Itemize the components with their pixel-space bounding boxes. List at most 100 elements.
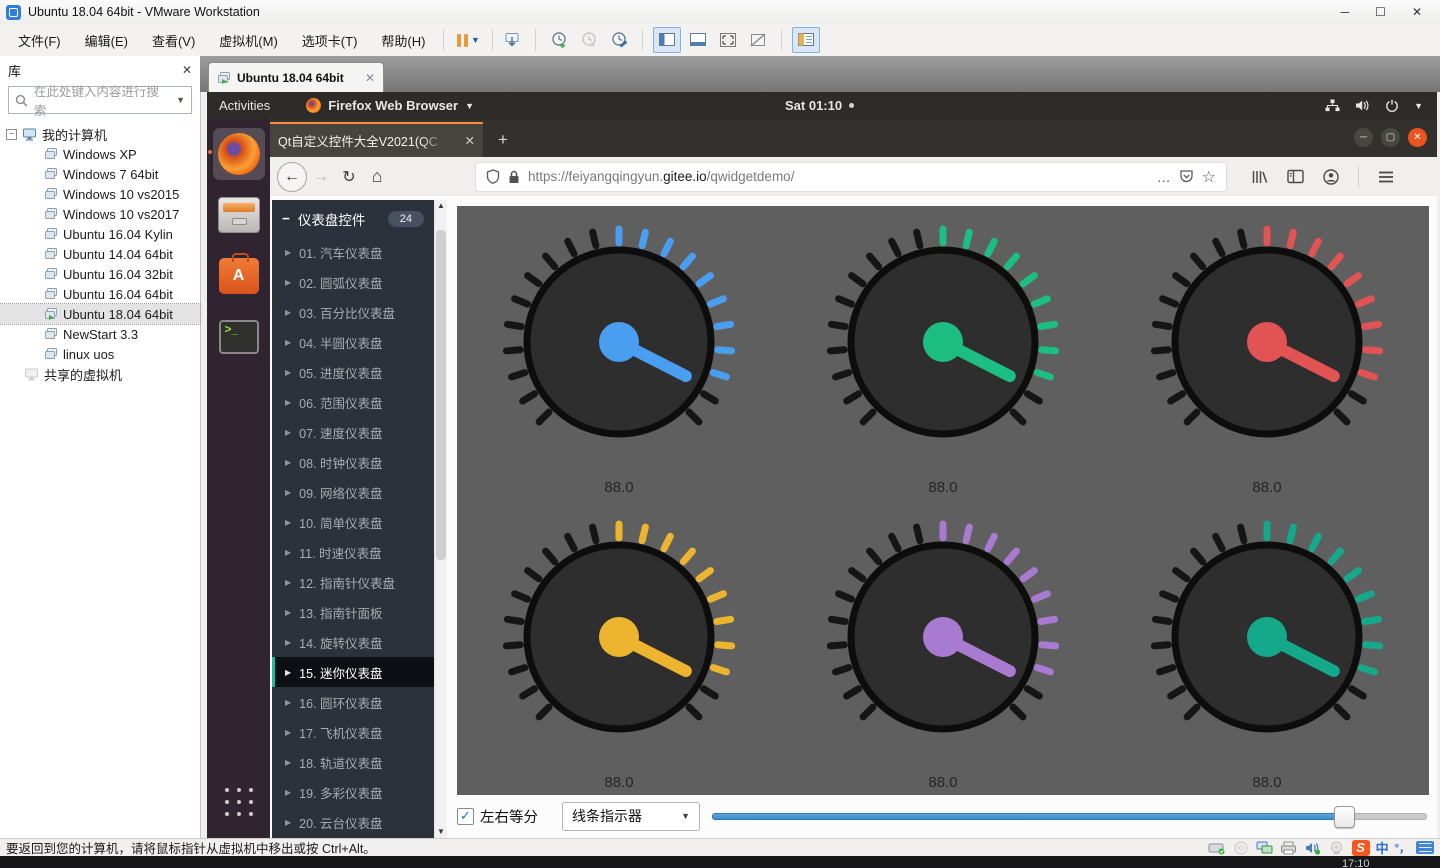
menu-item[interactable]: 帮助(H) — [369, 27, 437, 54]
url-bar[interactable]: https://feiyangqingyun.gitee.io/qwidgetd… — [475, 162, 1227, 192]
vm-tab[interactable]: Ubuntu 18.04 64bit ✕ — [208, 62, 384, 92]
menu-item[interactable]: 编辑(E) — [73, 27, 140, 54]
library-toggle-button[interactable] — [792, 27, 820, 53]
sidebar-item[interactable]: ▶11. 时速仪表盘 — [272, 537, 434, 567]
sound-icon[interactable] — [1304, 840, 1322, 856]
sidebar-item[interactable]: ▶14. 旋转仪表盘 — [272, 627, 434, 657]
tree-expander[interactable]: − — [6, 129, 17, 140]
hdd-icon[interactable] — [1208, 840, 1226, 856]
sidebar-item[interactable]: ▶07. 速度仪表盘 — [272, 417, 434, 447]
snapshot-revert-button[interactable] — [576, 28, 602, 52]
scroll-down-icon[interactable]: ▼ — [435, 826, 447, 838]
dock-item-terminal[interactable]: >_ — [213, 311, 265, 363]
vm-tree-item[interactable]: Ubuntu 14.04 64bit — [0, 244, 200, 264]
vm-tab-close-icon[interactable]: ✕ — [365, 71, 375, 85]
send-to-guest-button[interactable] — [499, 28, 525, 52]
vm-tree-item[interactable]: Ubuntu 18.04 64bit — [0, 304, 200, 324]
ime-language-icon[interactable]: 中 — [1376, 838, 1389, 857]
snapshot-manager-button[interactable] — [606, 28, 632, 52]
gauge-widget[interactable]: 88.0 — [457, 206, 781, 501]
tree-shared-vms[interactable]: 共享的虚拟机 — [0, 364, 200, 384]
webcam-icon[interactable] — [1328, 840, 1346, 856]
firefox-minimize-button[interactable]: ─ — [1354, 128, 1373, 147]
browser-tab[interactable]: Qt自定义控件大全V2021(QC ✕ — [270, 122, 483, 157]
slider-handle[interactable] — [1334, 806, 1355, 828]
menu-item[interactable]: 查看(V) — [140, 27, 207, 54]
minimize-button[interactable]: ─ — [1341, 5, 1350, 19]
close-button[interactable]: ✕ — [1412, 5, 1422, 19]
vm-tree-item[interactable]: linux uos — [0, 344, 200, 364]
sidebar-item[interactable]: ▶12. 指南针仪表盘 — [272, 567, 434, 597]
sidebar-item[interactable]: ▶20. 云台仪表盘 — [272, 807, 434, 837]
ime-punctuation-icon[interactable]: °， — [1395, 840, 1410, 856]
sidebar-item[interactable]: ▶01. 汽车仪表盘 — [272, 237, 434, 267]
console-panel-button[interactable] — [653, 27, 681, 53]
home-button[interactable]: ⌂ — [363, 163, 391, 191]
vm-tree-item[interactable]: Windows 10 vs2015 — [0, 184, 200, 204]
sidebar-item[interactable]: ▶13. 指南针面板 — [272, 597, 434, 627]
sidebar-scrollbar[interactable]: ▲ ▼ — [434, 200, 447, 838]
sidebar-item-selected[interactable]: ▶15. 迷你仪表盘 — [272, 657, 434, 687]
vm-tree-item[interactable]: Windows XP — [0, 144, 200, 164]
indicator-style-select[interactable]: 线条指示器 ▼ — [562, 802, 700, 831]
value-slider[interactable] — [712, 805, 1429, 827]
firefox-maximize-button[interactable]: ▢ — [1381, 128, 1400, 147]
bookmark-star-icon[interactable]: ☆ — [1202, 167, 1216, 187]
gauge-widget[interactable]: 88.0 — [1105, 206, 1429, 501]
sidebar-toggle-icon[interactable] — [1287, 169, 1304, 184]
sidebar-item[interactable]: ▶09. 网络仪表盘 — [272, 477, 434, 507]
tab-close-icon[interactable]: ✕ — [465, 133, 475, 148]
autofit-guest-button[interactable] — [745, 28, 771, 52]
tree-root-my-computer[interactable]: −我的计算机 — [0, 124, 200, 144]
sidebar-item[interactable]: ▶18. 轨道仪表盘 — [272, 747, 434, 777]
sidebar-item[interactable]: ▶02. 圆弧仪表盘 — [272, 267, 434, 297]
vm-tree-item[interactable]: NewStart 3.3 — [0, 324, 200, 344]
sogou-input-icon[interactable]: S — [1352, 840, 1370, 856]
sidebar-item[interactable]: ▶16. 圆环仪表盘 — [272, 687, 434, 717]
library-close-icon[interactable]: ✕ — [182, 63, 192, 77]
gauge-widget[interactable]: 88.0 — [457, 501, 781, 796]
activities-button[interactable]: Activities — [219, 98, 270, 113]
gauge-widget[interactable]: 88.0 — [781, 206, 1105, 501]
sidebar-item[interactable]: ▶03. 百分比仪表盘 — [272, 297, 434, 327]
system-status-area[interactable]: ▼ — [1325, 99, 1437, 113]
snapshot-take-button[interactable] — [546, 28, 572, 52]
vm-power-pause-button[interactable]: ▼ — [450, 28, 486, 52]
vm-tree-item[interactable]: Windows 7 64bit — [0, 164, 200, 184]
menu-item[interactable]: 虚拟机(M) — [207, 27, 290, 54]
vm-tree-item[interactable]: Ubuntu 16.04 Kylin — [0, 224, 200, 244]
dock-item-ubuntu-software[interactable]: A — [213, 250, 265, 302]
forward-button[interactable]: → — [307, 163, 335, 191]
hamburger-menu-icon[interactable] — [1378, 170, 1394, 184]
vm-tree-item[interactable]: Ubuntu 16.04 64bit — [0, 284, 200, 304]
sidebar-item[interactable]: ▶05. 进度仪表盘 — [272, 357, 434, 387]
library-icon[interactable] — [1251, 169, 1268, 185]
show-applications-button[interactable] — [221, 784, 257, 820]
vm-tree-item[interactable]: Windows 10 vs2017 — [0, 204, 200, 224]
sidebar-item[interactable]: ▶19. 多彩仪表盘 — [272, 777, 434, 807]
sidebar-item[interactable]: ▶10. 简单仪表盘 — [272, 507, 434, 537]
sidebar-item[interactable]: ▶06. 范围仪表盘 — [272, 387, 434, 417]
dock-item-firefox[interactable] — [213, 128, 265, 180]
gauge-widget[interactable]: 88.0 — [1105, 501, 1429, 796]
search-dropdown-icon[interactable]: ▼ — [176, 95, 185, 105]
clock-button[interactable]: Sat 01:10 — [785, 98, 854, 113]
firefox-close-button[interactable]: ✕ — [1408, 128, 1427, 147]
pocket-icon[interactable] — [1179, 169, 1194, 184]
sidebar-item[interactable]: ▶04. 半圆仪表盘 — [272, 327, 434, 357]
sidebar-item[interactable]: ▶08. 时钟仪表盘 — [272, 447, 434, 477]
gauge-widget[interactable]: 88.0 — [781, 501, 1105, 796]
new-tab-button[interactable]: + — [498, 131, 508, 148]
checkbox[interactable]: ✓ — [457, 808, 474, 825]
sidebar-item[interactable]: ▶17. 飞机仪表盘 — [272, 717, 434, 747]
maximize-button[interactable]: ☐ — [1375, 5, 1386, 19]
sidebar-group-header[interactable]: − 仪表盘控件 24 — [272, 200, 434, 237]
scrollbar-thumb[interactable] — [436, 230, 446, 560]
reload-button[interactable]: ↻ — [335, 163, 363, 191]
fullscreen-button[interactable] — [715, 28, 741, 52]
page-actions-icon[interactable]: … — [1157, 169, 1171, 185]
menu-item[interactable]: 选项卡(T) — [290, 27, 370, 54]
scroll-up-icon[interactable]: ▲ — [435, 200, 447, 212]
dock-item-files[interactable] — [213, 189, 265, 241]
app-menu[interactable]: Firefox Web Browser ▼ — [306, 98, 474, 113]
